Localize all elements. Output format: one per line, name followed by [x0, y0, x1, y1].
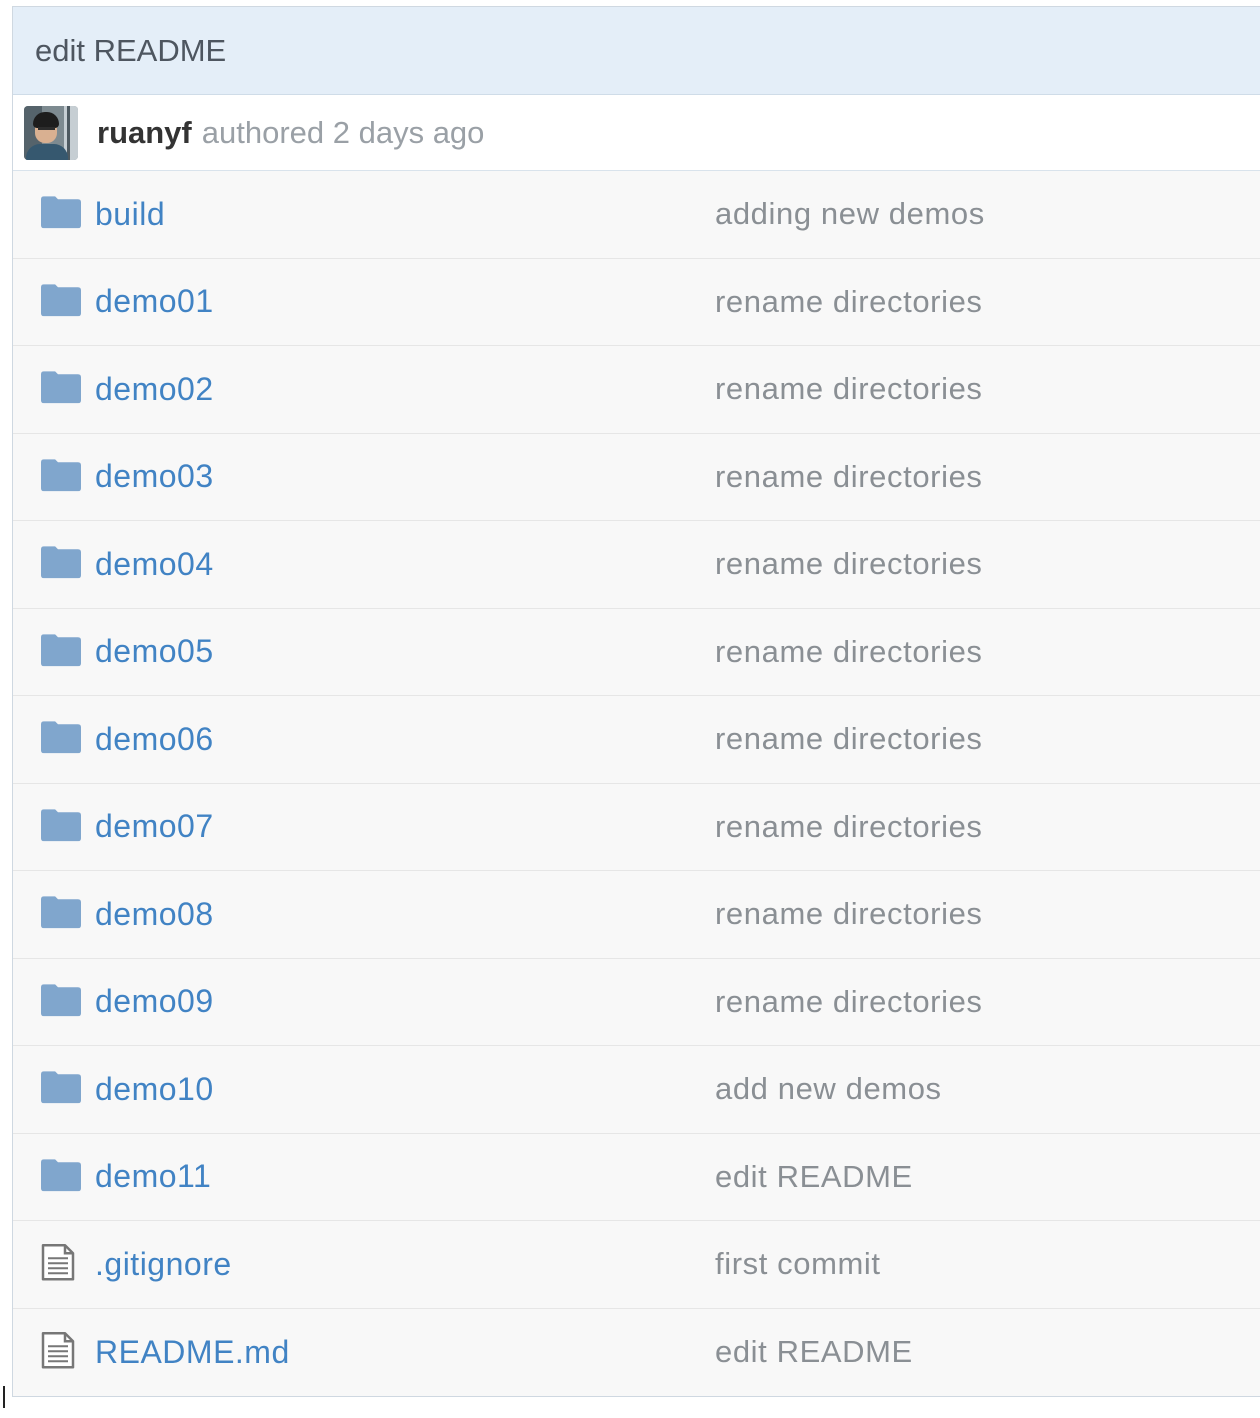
latest-commit-header: edit README — [13, 7, 1260, 95]
file-row[interactable]: .gitignore first commit — [13, 1221, 1260, 1309]
commit-message-link[interactable]: rename directories — [715, 896, 983, 932]
commit-message-link[interactable]: rename directories — [715, 546, 983, 582]
file-row[interactable]: demo06 rename directories — [13, 696, 1260, 784]
commit-message-link[interactable]: rename directories — [715, 984, 983, 1020]
file-name-link[interactable]: demo11 — [95, 1158, 211, 1195]
folder-icon — [41, 894, 83, 930]
file-row[interactable]: README.md edit README — [13, 1308, 1260, 1396]
file-row[interactable]: demo10 add new demos — [13, 1046, 1260, 1134]
commit-message-link[interactable]: rename directories — [715, 809, 983, 845]
file-name-link[interactable]: demo08 — [95, 896, 214, 933]
authored-time: authored 2 days ago — [201, 114, 485, 150]
file-row[interactable]: demo09 rename directories — [13, 958, 1260, 1046]
file-row[interactable]: demo08 rename directories — [13, 871, 1260, 959]
author-name[interactable]: ruanyf — [97, 115, 192, 151]
commit-message-link[interactable]: add new demos — [715, 1071, 942, 1107]
file-row[interactable]: demo02 rename directories — [13, 346, 1260, 434]
text-cursor — [3, 1386, 5, 1408]
file-name-link[interactable]: .gitignore — [95, 1246, 232, 1283]
avatar[interactable] — [24, 105, 78, 160]
file-list: build adding new demos demo01 rename direct… — [13, 171, 1260, 1396]
file-row[interactable]: demo05 rename directories — [13, 608, 1260, 696]
file-text-icon — [41, 1332, 83, 1369]
commit-message-link[interactable]: rename directories — [715, 721, 983, 757]
file-name-link[interactable]: demo07 — [95, 808, 214, 845]
commit-title[interactable]: edit README — [35, 33, 226, 69]
folder-icon — [41, 1069, 83, 1105]
file-text-icon — [41, 1244, 83, 1281]
commit-message-link[interactable]: rename directories — [715, 284, 983, 320]
folder-icon — [41, 282, 83, 318]
file-name-link[interactable]: demo02 — [95, 371, 214, 408]
file-name-link[interactable]: demo06 — [95, 721, 214, 758]
commit-message-link[interactable]: adding new demos — [715, 196, 985, 232]
file-name-link[interactable]: build — [95, 196, 165, 233]
file-name-link[interactable]: demo05 — [95, 633, 214, 670]
folder-icon — [41, 194, 83, 230]
commit-message-link[interactable]: rename directories — [715, 459, 983, 495]
file-row[interactable]: demo01 rename directories — [13, 258, 1260, 346]
folder-icon — [41, 1157, 83, 1193]
folder-icon — [41, 544, 83, 580]
file-row[interactable]: demo04 rename directories — [13, 521, 1260, 609]
commit-message-link[interactable]: edit README — [715, 1159, 913, 1195]
file-row[interactable]: demo11 edit README — [13, 1133, 1260, 1221]
folder-icon — [41, 457, 83, 493]
file-name-link[interactable]: demo04 — [95, 546, 214, 583]
commit-message-link[interactable]: rename directories — [715, 371, 983, 407]
file-name-link[interactable]: demo10 — [95, 1071, 214, 1108]
file-row[interactable]: build adding new demos — [13, 171, 1260, 259]
folder-icon — [41, 807, 83, 843]
file-row[interactable]: demo03 rename directories — [13, 433, 1260, 521]
commit-message-link[interactable]: first commit — [715, 1246, 881, 1282]
file-row[interactable]: demo07 rename directories — [13, 783, 1260, 871]
folder-icon — [41, 632, 83, 668]
folder-icon — [41, 719, 83, 755]
commit-meta: ruanyf authored 2 days ago — [13, 95, 1260, 171]
file-name-link[interactable]: demo09 — [95, 983, 214, 1020]
file-name-link[interactable]: demo01 — [95, 283, 214, 320]
commit-message-link[interactable]: rename directories — [715, 634, 983, 670]
file-name-link[interactable]: README.md — [95, 1334, 290, 1371]
folder-icon — [41, 369, 83, 405]
file-browser: edit README ruanyf authored 2 days ago b… — [12, 6, 1260, 1397]
commit-message-link[interactable]: edit README — [715, 1334, 913, 1370]
folder-icon — [41, 982, 83, 1018]
file-name-link[interactable]: demo03 — [95, 458, 214, 495]
